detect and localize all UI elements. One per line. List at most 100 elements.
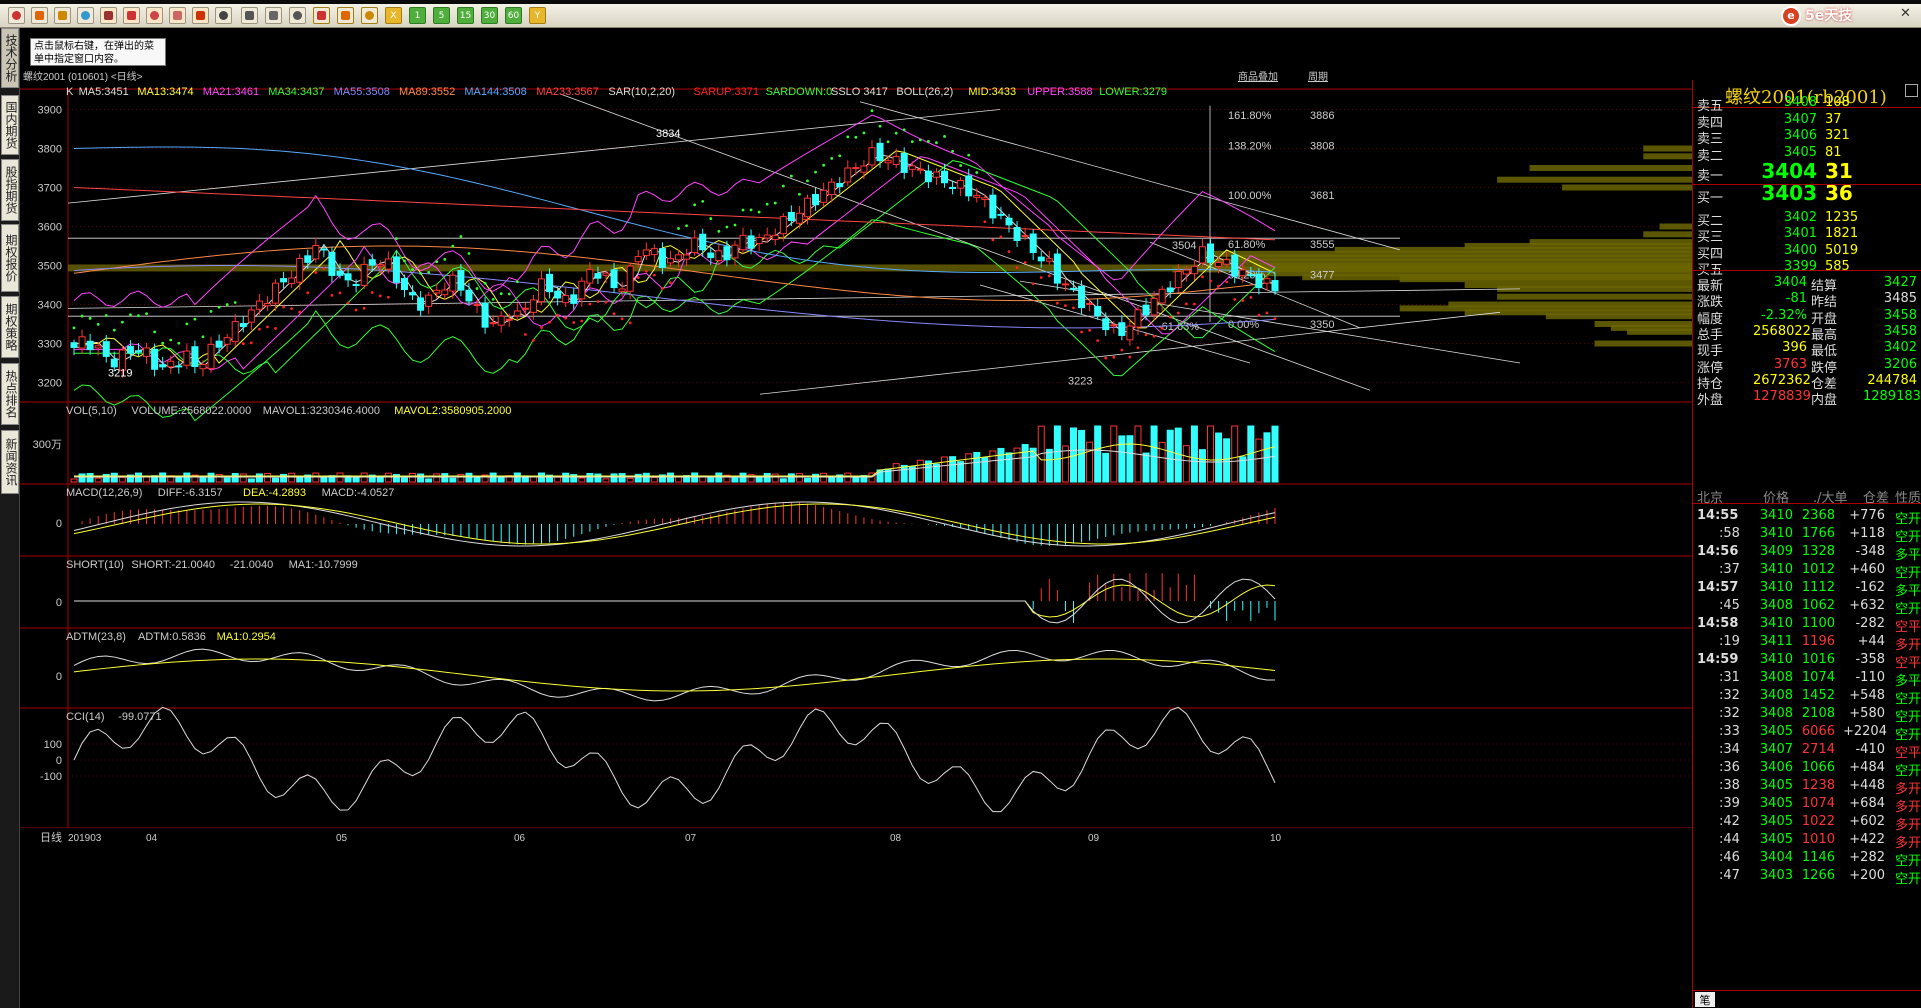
sar-dot — [588, 302, 592, 306]
search-icon[interactable] — [123, 7, 140, 24]
palette-icon[interactable] — [169, 7, 186, 24]
filter-icon[interactable] — [192, 7, 209, 24]
tick-t: 14:56 — [1697, 544, 1739, 559]
sar-dot — [1184, 302, 1188, 306]
1-icon[interactable]: 1 — [409, 7, 426, 24]
candle-body — [852, 167, 860, 170]
candle-body — [1037, 256, 1045, 262]
side-tab-0[interactable]: 技术分析 — [1, 28, 19, 88]
candle-body — [989, 194, 997, 219]
candle-body — [1142, 304, 1150, 316]
quarter-icon[interactable] — [361, 7, 378, 24]
kline-chart[interactable]: 3900 3800 3700 3600 3500 3400 3300 3200 161.80% 3… — [20, 80, 1692, 1008]
month-icon[interactable] — [337, 7, 354, 24]
sar-dot — [757, 210, 761, 214]
tick-t: :38 — [1719, 778, 1740, 793]
tick-tabs: 笔 — [1693, 990, 1921, 1008]
tick-d: +484 — [1849, 760, 1885, 775]
5-icon[interactable]: 5 — [433, 7, 450, 24]
sar-dot — [266, 325, 269, 329]
sar-dot — [918, 138, 922, 142]
15-icon[interactable]: 15 — [457, 7, 474, 24]
candle-body — [828, 181, 836, 196]
sar-dot — [927, 139, 930, 143]
side-tab-6[interactable]: 新闻资讯 — [1, 430, 19, 494]
pencil-icon[interactable] — [146, 7, 163, 24]
30-icon[interactable]: 30 — [481, 7, 498, 24]
candle-body — [554, 290, 562, 299]
close-icon[interactable]: ✕ — [1900, 6, 1920, 26]
sar-dot — [564, 316, 568, 320]
side-tab-2[interactable]: 股指期货 — [1, 159, 19, 221]
candle-body — [787, 211, 795, 221]
candle-body — [223, 337, 231, 345]
y-tick-label: 3700 — [38, 183, 62, 195]
x-icon[interactable]: X — [385, 7, 402, 24]
panel-value: DEA:-4.2893 — [243, 487, 306, 499]
sar-dot — [217, 305, 221, 309]
tab-ticks[interactable]: 笔 — [1695, 992, 1715, 1007]
candle-body — [1118, 322, 1126, 336]
sar-dot — [991, 238, 995, 242]
candle-body — [602, 272, 610, 276]
side-tab-1[interactable]: 国内期货 — [1, 95, 19, 155]
sar-dot — [862, 131, 866, 135]
back-icon[interactable] — [31, 7, 48, 24]
sar-dot — [419, 272, 422, 275]
candle-body — [779, 216, 787, 235]
volume-bar — [433, 473, 441, 483]
tick-t: :33 — [1719, 724, 1740, 739]
volume-bar — [852, 476, 860, 483]
home-icon[interactable] — [8, 7, 25, 24]
x-tick-label: 10 — [1270, 833, 1282, 844]
volume-profile-bar — [1529, 239, 1692, 246]
y-icon[interactable]: Y — [529, 7, 546, 24]
chart-icon[interactable] — [215, 7, 232, 24]
candle-body — [1021, 235, 1029, 238]
sar-dot — [661, 287, 664, 290]
side-tab-3[interactable]: 期权报价 — [1, 224, 19, 292]
sar-dot — [257, 327, 261, 331]
tick-v: 1238 — [1801, 778, 1835, 793]
candle-body — [884, 160, 892, 164]
tick-v: 1066 — [1801, 760, 1835, 775]
indicator-legend-item: K — [66, 86, 74, 98]
volume-bar — [803, 477, 811, 483]
kline-icon[interactable] — [265, 7, 282, 24]
panel-value: MA1:-10.7999 — [289, 559, 358, 571]
news-icon[interactable] — [77, 7, 94, 24]
panel-title: ADTM(23,8) — [66, 631, 126, 643]
fib-level-value: 3886 — [1310, 110, 1334, 122]
chart-link[interactable]: 周期 — [1308, 68, 1328, 83]
tick-d: +632 — [1849, 598, 1885, 613]
chart-link[interactable]: 商品叠加 — [1238, 68, 1278, 83]
volume-bar — [1005, 452, 1013, 483]
side-tabs: 技术分析国内期货股指期货期权报价期权策略热点排名新闻资讯 — [0, 28, 20, 1008]
candle-body — [263, 303, 271, 307]
candle-icon[interactable] — [289, 7, 306, 24]
side-tab-4[interactable]: 期权策略 — [1, 296, 19, 358]
forward-icon[interactable] — [54, 7, 71, 24]
60-icon[interactable]: 60 — [505, 7, 522, 24]
tick-d: -110 — [1855, 670, 1885, 685]
candle-body — [997, 213, 1005, 216]
volume-bar — [1142, 452, 1150, 483]
cci-tick: 0 — [56, 755, 62, 767]
tick-p: 3408 — [1759, 706, 1793, 721]
candle-body — [973, 194, 981, 198]
indicator-legend-item: SARDOWN:0 — [766, 86, 833, 98]
side-tab-5[interactable]: 热点排名 — [1, 363, 19, 425]
volume-bar — [1110, 425, 1118, 483]
mid-annotation: 3504 — [1172, 240, 1196, 252]
sar-dot — [1039, 276, 1043, 279]
search-icon[interactable] — [100, 7, 117, 24]
tick-d: -348 — [1855, 544, 1885, 559]
quote-price: 3404 — [1761, 159, 1817, 183]
fib-level-label: 61.80% — [1228, 239, 1266, 251]
day-icon[interactable] — [313, 7, 330, 24]
candle-body — [1223, 259, 1231, 265]
indicator-legend-item: MA34:3437 — [268, 86, 324, 98]
tick-v: 1100 — [1801, 616, 1835, 631]
volume-bar — [1086, 441, 1094, 483]
table-icon[interactable] — [241, 7, 258, 24]
